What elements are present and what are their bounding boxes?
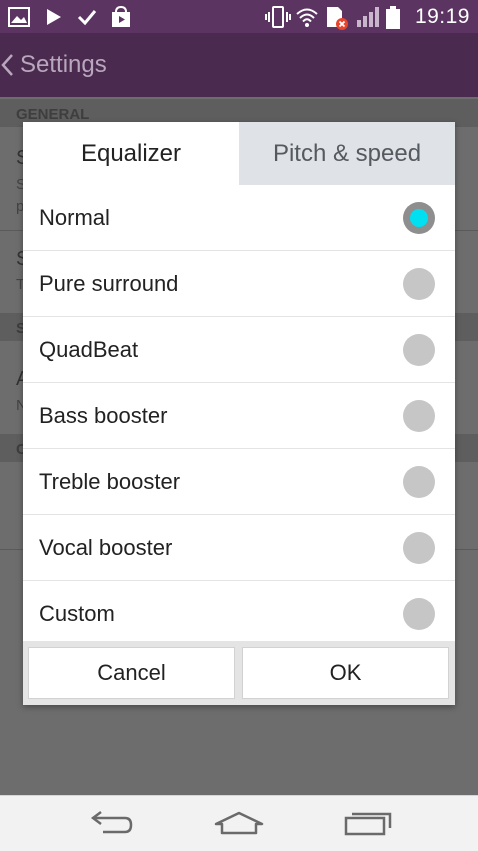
equalizer-options-list: Normal Pure surround QuadBeat Bass boost… [23, 185, 455, 646]
option-bass-booster[interactable]: Bass booster [23, 383, 455, 449]
option-custom[interactable]: Custom [23, 581, 455, 646]
ok-button[interactable]: OK [242, 647, 449, 699]
back-icon[interactable] [85, 808, 135, 840]
home-icon[interactable] [214, 808, 264, 840]
option-label: Pure surround [39, 270, 179, 296]
back-arrow-icon[interactable] [0, 51, 16, 79]
section-header-label: GENERAL [16, 106, 90, 123]
option-label: Normal [39, 204, 110, 230]
tab-pitch-speed[interactable]: Pitch & speed [239, 122, 455, 185]
dialog-tabs: Equalizer Pitch & speed [23, 122, 455, 185]
check-icon [76, 6, 98, 28]
option-label: Treble booster [39, 468, 181, 494]
option-vocal-booster[interactable]: Vocal booster [23, 515, 455, 581]
dialog-button-bar: Cancel OK [23, 641, 455, 705]
radio-button[interactable] [403, 531, 435, 564]
equalizer-dialog: Equalizer Pitch & speed Normal Pure surr… [23, 122, 455, 705]
radio-button-selected[interactable] [403, 201, 435, 234]
tab-equalizer[interactable]: Equalizer [23, 122, 239, 185]
option-label: Vocal booster [39, 534, 173, 560]
option-pure-surround[interactable]: Pure surround [23, 251, 455, 317]
page-title: Settings [20, 51, 107, 78]
radio-button[interactable] [403, 399, 435, 432]
cancel-button[interactable]: Cancel [28, 647, 235, 699]
app-bar: Settings [0, 33, 478, 97]
option-label: Custom [39, 600, 115, 626]
play-icon [42, 6, 64, 28]
sim-error-icon [325, 6, 348, 30]
radio-button[interactable] [403, 267, 435, 300]
recent-apps-icon[interactable] [343, 808, 393, 840]
option-label: QuadBeat [39, 336, 139, 362]
gallery-icon [8, 6, 30, 28]
radio-button[interactable] [403, 333, 435, 366]
radio-button[interactable] [403, 597, 435, 630]
option-label: Bass booster [39, 402, 168, 428]
store-icon [110, 5, 132, 28]
status-bar: 19:19 [0, 0, 478, 33]
battery-icon [385, 6, 407, 29]
wifi-icon [295, 6, 318, 28]
option-normal[interactable]: Normal [23, 185, 455, 251]
radio-button[interactable] [403, 465, 435, 498]
navigation-bar [0, 795, 478, 851]
vibrate-icon [264, 6, 291, 28]
option-quadbeat[interactable]: QuadBeat [23, 317, 455, 383]
clock: 19:19 [414, 5, 470, 28]
option-treble-booster[interactable]: Treble booster [23, 449, 455, 515]
signal-icon [355, 6, 379, 28]
